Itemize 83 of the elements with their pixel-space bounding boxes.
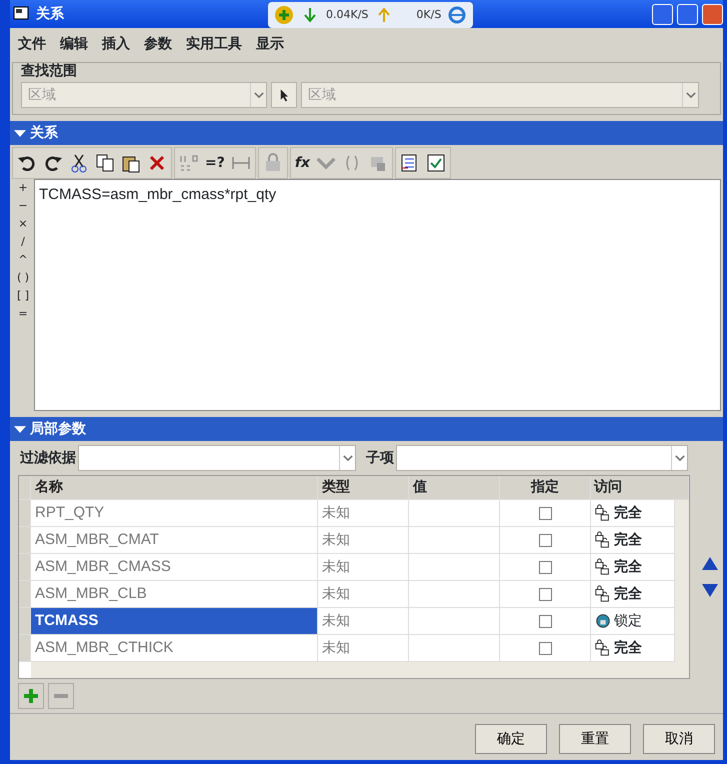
checkbox-check-icon[interactable] [426, 153, 446, 173]
padlocks-icon [594, 530, 612, 550]
menu-item[interactable]: 编辑 [60, 34, 88, 54]
checkbox[interactable] [538, 560, 552, 574]
group-title: 查找范围 [21, 62, 78, 81]
window-title: 关系 [36, 4, 64, 24]
relation-editor[interactable]: TCMASS=asm_mbr_cmass*rpt_qty [34, 179, 721, 411]
vertical-scrollbar[interactable] [675, 500, 689, 662]
caret-icon [342, 455, 352, 461]
evaluate-button[interactable]: =? [205, 152, 225, 174]
table-cell[interactable]: ASM_MBR_CMASS [31, 554, 318, 580]
menu-item[interactable]: 文件 [18, 34, 46, 54]
checkbox[interactable] [538, 588, 552, 600]
table-cell: 未知 [318, 500, 409, 526]
table-cell[interactable]: ASM_MBR_CMAT [31, 527, 318, 553]
table-cell[interactable]: TCMASS [31, 608, 318, 634]
operator-button[interactable]: [ ] [16, 287, 30, 305]
collapse-triangle-icon[interactable] [14, 426, 26, 432]
section-title: 关系 [30, 124, 58, 142]
operator-button[interactable]: − [18, 197, 28, 215]
dialog-button[interactable]: 确定 [475, 724, 547, 754]
table-cell: 未知 [318, 608, 409, 634]
section-title: 局部参数 [30, 420, 86, 438]
menu-item[interactable]: 参数 [144, 34, 172, 54]
caret-icon [674, 455, 684, 461]
menu-item[interactable]: 实用工具 [186, 34, 242, 54]
add-button[interactable] [18, 683, 44, 709]
caret-icon [254, 92, 264, 98]
access-label: 锁定 [614, 612, 642, 630]
table-cell: 未知 [318, 554, 409, 580]
dialog-button[interactable]: 重置 [559, 724, 631, 754]
column-header[interactable]: 类型 [318, 476, 409, 499]
padlocks-icon [594, 557, 612, 577]
checkbox[interactable] [538, 614, 552, 628]
menu-item[interactable]: 显示 [256, 34, 284, 54]
plus-icon [21, 686, 41, 706]
padlocks-icon [594, 638, 612, 658]
caret-icon [686, 92, 696, 98]
dialog-button[interactable]: 取消 [643, 724, 715, 754]
column-header[interactable]: 访问 [591, 476, 689, 499]
subitem-label: 子项 [366, 448, 394, 468]
table-cell: 未知 [318, 527, 409, 553]
checkbox[interactable] [538, 642, 552, 654]
table-cell: 未知 [318, 581, 409, 607]
operator-button[interactable]: ( ) [16, 269, 30, 287]
cut-icon[interactable] [69, 153, 89, 173]
operator-button[interactable]: / [21, 233, 25, 251]
copy-icon[interactable] [95, 153, 115, 173]
padlocks-icon [594, 584, 612, 604]
close-button[interactable] [702, 4, 723, 24]
menu-item[interactable]: 插入 [102, 34, 130, 54]
padlocks-icon [594, 503, 612, 523]
table-cell[interactable]: ASM_MBR_CTHICK [31, 635, 318, 661]
function-button[interactable]: fx [294, 152, 310, 174]
maximize-button[interactable] [677, 4, 698, 24]
browser-icon[interactable] [447, 5, 468, 25]
column-header[interactable]: 值 [409, 476, 500, 499]
operator-button[interactable]: × [18, 215, 28, 233]
operator-button[interactable]: + [18, 179, 28, 197]
filter-label: 过滤依据 [20, 448, 76, 468]
checkbox[interactable] [538, 506, 552, 520]
delete-icon[interactable] [147, 153, 167, 173]
table-cell[interactable]: ASM_MBR_CLB [31, 581, 318, 607]
table-cell[interactable]: RPT_QTY [31, 500, 318, 526]
table-cell: 未知 [318, 635, 409, 661]
column-header[interactable]: 名称 [31, 476, 318, 499]
collapse-triangle-icon[interactable] [14, 130, 26, 136]
horizontal-scrollbar[interactable] [31, 662, 689, 678]
access-label: 完全 [614, 584, 642, 604]
column-header[interactable]: 指定 [500, 476, 591, 499]
plus-circle-icon [274, 5, 294, 25]
access-label: 完全 [614, 504, 642, 522]
access-label: 完全 [614, 638, 642, 658]
checkbox[interactable] [538, 534, 552, 546]
minus-icon [54, 694, 68, 698]
minimize-button[interactable] [652, 4, 673, 24]
operator-button[interactable]: = [18, 305, 28, 323]
access-label: 完全 [614, 530, 642, 550]
pick-button[interactable] [271, 82, 297, 108]
access-label: 完全 [614, 558, 642, 576]
operator-button[interactable]: ^ [18, 251, 28, 269]
download-speed: 0.04K/S [326, 6, 368, 23]
upload-speed: 0K/S [416, 6, 442, 23]
